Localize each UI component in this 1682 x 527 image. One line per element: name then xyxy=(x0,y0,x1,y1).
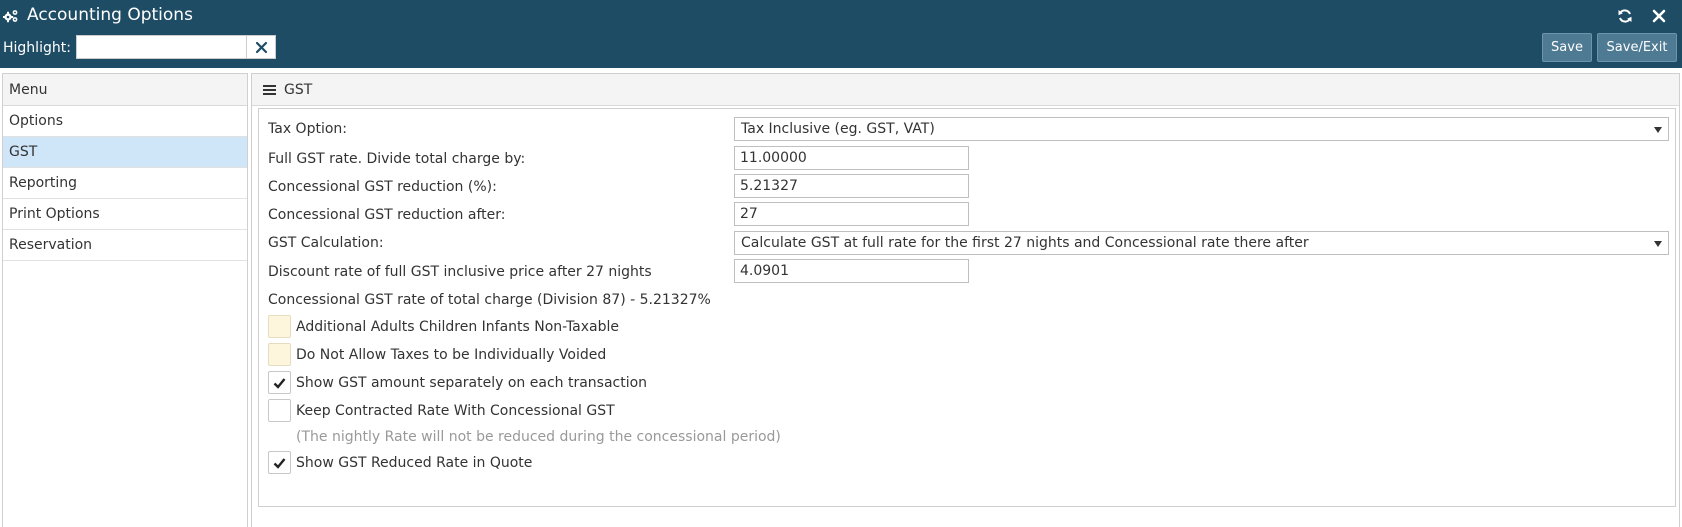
contracted-rate-note: (The nightly Rate will not be reduced du… xyxy=(296,429,781,445)
show-gst-separately-label: Show GST amount separately on each trans… xyxy=(296,375,648,391)
keep-contracted-rate-checkbox[interactable] xyxy=(268,399,291,422)
discount-rate-input[interactable] xyxy=(734,259,969,283)
sidebar-header: Menu xyxy=(3,74,247,106)
concessional-reduction-input[interactable] xyxy=(734,174,969,198)
highlight-input[interactable] xyxy=(76,35,247,59)
clear-icon xyxy=(255,41,268,54)
full-gst-rate-input[interactable] xyxy=(734,146,969,170)
no-void-taxes-checkbox[interactable] xyxy=(268,343,291,366)
hamburger-menu-icon[interactable] xyxy=(263,85,276,95)
title-row: Accounting Options xyxy=(0,0,1682,32)
full-gst-rate-label: Full GST rate. Divide total charge by: xyxy=(268,151,526,167)
section-title: GST xyxy=(284,82,313,98)
sidebar-item-reporting[interactable]: Reporting xyxy=(3,168,247,199)
highlight-label: Highlight: xyxy=(3,40,71,56)
close-icon[interactable] xyxy=(1651,8,1667,24)
non-taxable-checkbox[interactable] xyxy=(268,315,291,338)
show-reduced-rate-quote-label: Show GST Reduced Rate in Quote xyxy=(296,455,533,471)
discount-rate-label: Discount rate of full GST inclusive pric… xyxy=(268,264,652,280)
checkmark-icon xyxy=(273,458,286,469)
gst-calculation-value: Calculate GST at full rate for the first… xyxy=(741,235,1309,251)
sidebar-item-print-options[interactable]: Print Options xyxy=(3,199,247,230)
title-bar: Accounting Options Highlight: Save Save/… xyxy=(0,0,1682,68)
sidebar-menu: Menu Options GST Reporting Print Options… xyxy=(2,73,248,527)
tax-option-value: Tax Inclusive (eg. GST, VAT) xyxy=(741,121,935,137)
chevron-down-icon xyxy=(1654,241,1662,247)
sidebar-item-reservation[interactable]: Reservation xyxy=(3,230,247,261)
save-button[interactable]: Save xyxy=(1542,33,1592,62)
window-title: Accounting Options xyxy=(27,5,193,25)
checkmark-icon xyxy=(273,378,286,389)
show-reduced-rate-quote-checkbox[interactable] xyxy=(268,451,291,474)
gst-calculation-label: GST Calculation: xyxy=(268,235,384,251)
keep-contracted-rate-label: Keep Contracted Rate With Concessional G… xyxy=(296,403,615,419)
division-87-note: Concessional GST rate of total charge (D… xyxy=(268,292,711,308)
tax-option-select[interactable]: Tax Inclusive (eg. GST, VAT) xyxy=(734,117,1669,141)
concessional-reduction-label: Concessional GST reduction (%): xyxy=(268,179,497,195)
save-exit-button[interactable]: Save/Exit xyxy=(1597,33,1677,62)
show-gst-separately-checkbox[interactable] xyxy=(268,371,291,394)
sidebar-item-options[interactable]: Options xyxy=(3,106,247,137)
main-content: GST Tax Option: Tax Inclusive (eg. GST, … xyxy=(251,73,1680,527)
non-taxable-label: Additional Adults Children Infants Non-T… xyxy=(296,319,620,335)
sidebar-item-gst[interactable]: GST xyxy=(3,137,247,168)
highlight-clear-button[interactable] xyxy=(246,35,276,59)
cogs-icon xyxy=(3,10,18,23)
reduction-after-input[interactable] xyxy=(734,202,969,226)
gst-form-panel: Tax Option: Tax Inclusive (eg. GST, VAT)… xyxy=(258,108,1676,507)
gst-calculation-select[interactable]: Calculate GST at full rate for the first… xyxy=(734,231,1669,255)
reduction-after-label: Concessional GST reduction after: xyxy=(268,207,506,223)
refresh-icon[interactable] xyxy=(1617,8,1633,24)
tax-option-label: Tax Option: xyxy=(268,121,347,137)
no-void-taxes-label: Do Not Allow Taxes to be Individually Vo… xyxy=(296,347,607,363)
section-header: GST xyxy=(252,74,1679,106)
chevron-down-icon xyxy=(1654,127,1662,133)
